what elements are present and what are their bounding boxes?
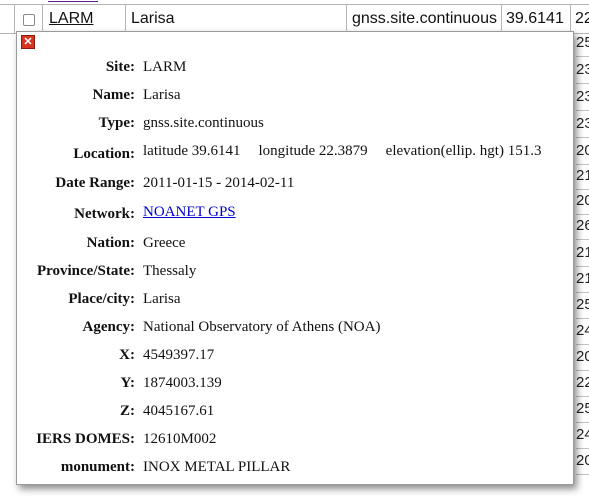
column-divider	[501, 5, 502, 33]
field-label: Z:	[120, 403, 135, 419]
field-value: 1874003.139	[143, 375, 222, 391]
field-value: 2011-01-15 - 2014-02-11	[143, 175, 295, 191]
field-value: latitude 39.6141 longitude 22.3879 elevati…	[143, 143, 541, 160]
site-name-cell: Larisa	[131, 10, 175, 27]
field-date-range: Date Range: 2011-01-15 - 2014-02-11	[17, 171, 573, 199]
field-value: Larisa	[143, 87, 181, 103]
field-label: Agency:	[82, 319, 136, 335]
field-agency: Agency: National Observatory of Athens (…	[17, 315, 573, 343]
field-value: 4549397.17	[143, 347, 215, 363]
field-label: Nation:	[86, 235, 135, 251]
partial-cell: 20	[576, 344, 589, 371]
field-y: Y: 1874003.139	[17, 371, 573, 399]
network-link[interactable]: NOANET GPS	[143, 204, 236, 221]
field-label: Place/city:	[68, 291, 135, 307]
partial-cell: 25	[576, 30, 589, 57]
field-value: Greece	[143, 235, 186, 251]
field-label: monument:	[60, 459, 135, 475]
field-z: Z: 4045167.61	[17, 399, 573, 427]
field-type: Type: gnss.site.continuous	[17, 111, 573, 139]
field-label: Site:	[105, 59, 135, 75]
latitude-value: latitude 39.6141	[143, 143, 241, 159]
row-select-checkbox[interactable]	[23, 14, 35, 26]
longitude-value: longitude 22.3879	[258, 143, 368, 159]
field-label: Name:	[92, 87, 135, 103]
column-divider	[14, 5, 15, 33]
field-iers-domes: IERS DOMES: 12610M002	[17, 427, 573, 455]
site-info-popup: ✕ Site: LARM Name: Larisa Type: gnss.sit…	[16, 31, 574, 485]
field-label: Y:	[120, 375, 135, 391]
partial-cell: 25	[576, 292, 589, 319]
latitude-cell: 39.6141	[506, 10, 564, 27]
partial-cell: 21	[576, 240, 589, 267]
field-value: LARM	[143, 59, 187, 75]
field-location: Location: latitude 39.6141 longitude 22.3…	[17, 139, 573, 167]
partial-cell: 25	[576, 396, 589, 423]
field-label: Location:	[73, 146, 135, 162]
field-label: IERS DOMES:	[36, 431, 135, 447]
partial-cell: 21	[576, 266, 589, 293]
field-value: gnss.site.continuous	[143, 115, 264, 131]
column-divider	[125, 5, 126, 33]
close-icon[interactable]: ✕	[21, 35, 35, 49]
field-label: Type:	[98, 115, 135, 131]
column-divider	[570, 5, 571, 33]
partial-cell: 20	[576, 448, 589, 475]
field-place: Place/city: Larisa	[17, 287, 573, 315]
field-label: Network:	[74, 206, 135, 222]
field-value: Larisa	[143, 291, 181, 307]
partial-cell: 21	[576, 163, 589, 190]
partial-cell: 23	[576, 111, 589, 138]
partial-cell: 24	[576, 422, 589, 449]
field-name: Name: Larisa	[17, 83, 573, 111]
field-value: INOX METAL PILLAR	[143, 459, 291, 475]
partial-cell: 20.	[576, 188, 589, 215]
field-value: 12610M002	[143, 431, 217, 447]
partial-column: 25 23 23 23 20 21 20. 26 21 21 25 24 20 …	[576, 30, 589, 496]
field-x: X: 4549397.17	[17, 343, 573, 371]
field-label: Date Range:	[55, 175, 135, 191]
table-row[interactable]: LARM Larisa gnss.site.continuous 39.6141…	[0, 4, 589, 34]
field-value: Thessaly	[143, 263, 197, 279]
partial-cell: 24	[576, 318, 589, 345]
field-label: X:	[119, 347, 135, 363]
partial-cell: 23	[576, 84, 589, 111]
column-divider	[42, 5, 43, 33]
field-monument: monument: INOX METAL PILLAR	[17, 455, 573, 483]
field-nation: Nation: Greece	[17, 231, 573, 259]
partial-cell: 20	[576, 138, 589, 165]
field-network: Network: NOANET GPS	[17, 200, 573, 228]
site-code-link[interactable]: LARM	[49, 5, 93, 33]
field-site: Site: LARM	[17, 55, 573, 83]
field-label: Province/State:	[36, 263, 135, 279]
site-type-cell: gnss.site.continuous	[352, 10, 497, 27]
field-value: 4045167.61	[143, 403, 215, 419]
partial-cell: 22	[576, 370, 589, 397]
elevation-value: elevation(ellip. hgt) 151.3	[385, 143, 542, 159]
partial-cell: 23	[576, 57, 589, 84]
partial-cell: 26	[576, 213, 589, 240]
field-province: Province/State: Thessaly	[17, 259, 573, 287]
partial-cell: 22	[575, 10, 589, 27]
field-value: National Observatory of Athens (NOA)	[143, 319, 381, 335]
column-divider	[346, 5, 347, 33]
